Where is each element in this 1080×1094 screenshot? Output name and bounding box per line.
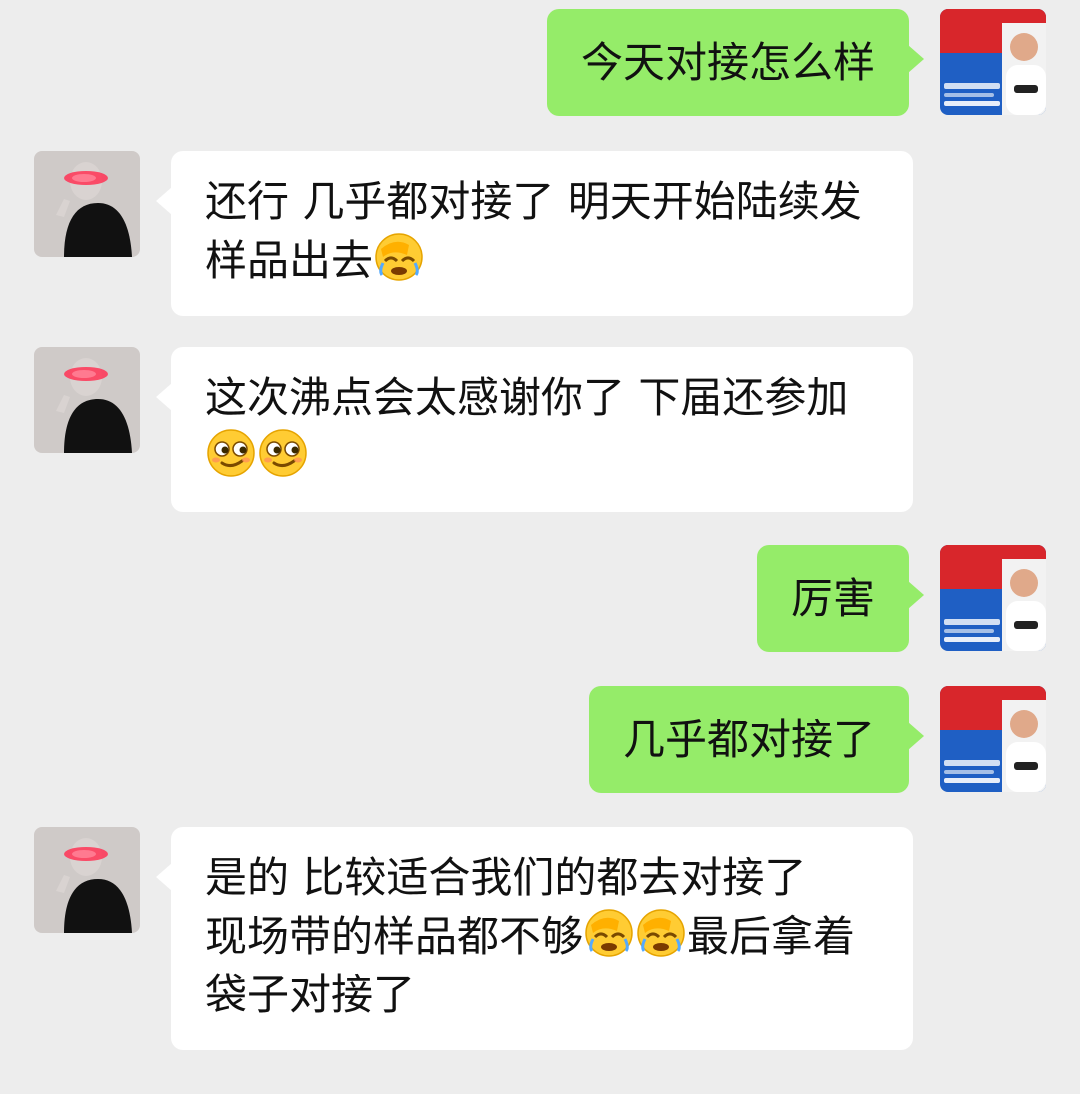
message-bubble-outgoing[interactable]: 今天对接怎么样 (546, 9, 925, 116)
contact-avatar[interactable] (34, 347, 140, 453)
promo-poster-avatar[interactable] (940, 9, 1046, 115)
message-text-line: 是的 比较适合我们的都去对接了 (205, 853, 807, 902)
facepalm-emoji (373, 231, 425, 283)
promo-poster-avatar[interactable] (940, 545, 1046, 651)
message-bubble-outgoing[interactable]: 几乎都对接了 (588, 686, 925, 793)
facepalm-emoji (583, 907, 635, 959)
message-text: 厉害 (790, 573, 875, 623)
message-text-line: 袋子对接了 (205, 970, 416, 1019)
facepalm-emoji (635, 907, 687, 959)
message-text-line: 还行 几乎都对接了 明天开始陆续发 (205, 177, 862, 226)
message-text: 几乎都对接了 (622, 714, 875, 764)
message-bubble-outgoing[interactable]: 厉害 (756, 545, 925, 652)
message-bubble-incoming[interactable]: 是的 比较适合我们的都去对接了 现场带的样品都不够 最后拿着 袋子对接了 (156, 827, 913, 1050)
contact-avatar[interactable] (34, 151, 140, 257)
message-text-line: 现场带的样品都不够 (205, 912, 584, 961)
message-text-line: 这次沸点会太感谢你了 下届还参加 (205, 373, 849, 422)
message-text-line: 样品出去 (205, 236, 374, 285)
message-bubble-incoming[interactable]: 这次沸点会太感谢你了 下届还参加 (156, 347, 913, 512)
message-text-line: 最后拿着 (687, 912, 856, 961)
promo-poster-avatar[interactable] (940, 686, 1046, 792)
message-bubble-incoming[interactable]: 还行 几乎都对接了 明天开始陆续发 样品出去 (156, 151, 913, 316)
message-text: 今天对接怎么样 (580, 37, 875, 87)
contact-avatar[interactable] (34, 827, 140, 933)
sly-smile-emoji (205, 427, 257, 479)
sly-smile-emoji (257, 427, 309, 479)
